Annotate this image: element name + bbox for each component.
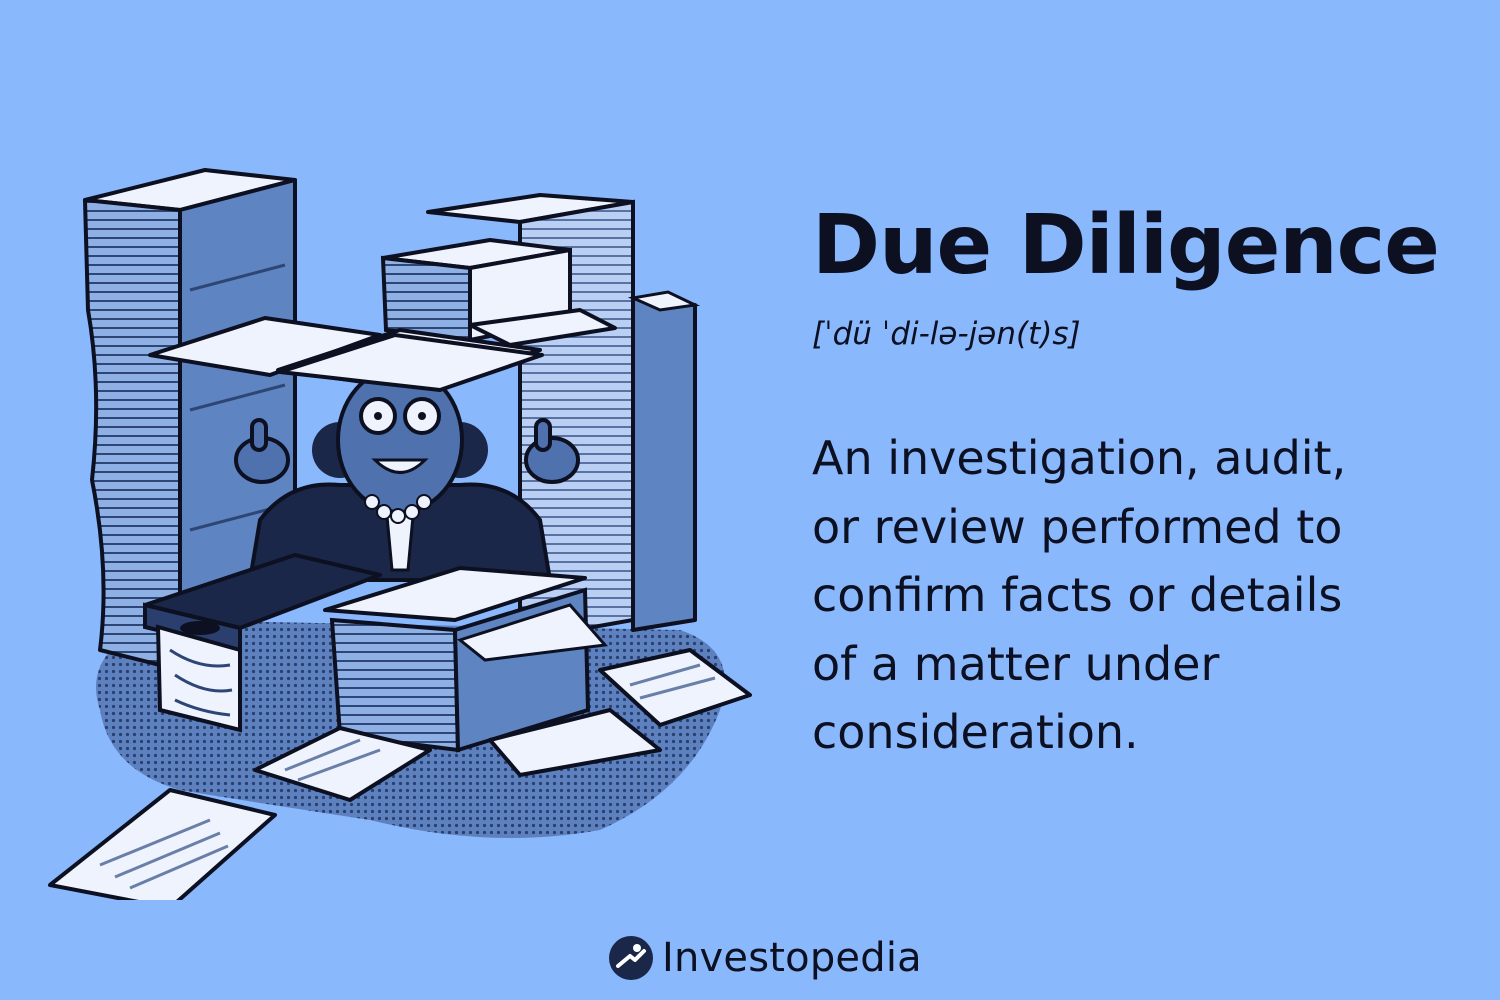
paperwork-illustration bbox=[48, 168, 752, 900]
definition-line: or review performed to bbox=[812, 499, 1343, 554]
term-pronunciation: [ˈdü ˈdi-lə-jən(t)s] bbox=[812, 316, 1081, 352]
term-title: Due Diligence bbox=[812, 198, 1440, 293]
definition-card: Due Diligence [ˈdü ˈdi-lə-jən(t)s] An in… bbox=[0, 0, 1500, 1000]
definition-line: of a matter under bbox=[812, 636, 1220, 691]
definition-line: An investigation, audit, bbox=[812, 431, 1347, 485]
right-thumb-hand bbox=[524, 436, 580, 484]
definition-line: consideration. bbox=[812, 705, 1139, 759]
definition-line: confirm facts or details bbox=[812, 568, 1343, 622]
investopedia-logo-icon bbox=[609, 936, 653, 980]
term-header: Due Diligence [ˈdü ˈdi-lə-jən(t)s] bbox=[812, 196, 1452, 354]
term-definition: An investigation, audit, or review perfo… bbox=[812, 424, 1452, 767]
brand-name: Investopedia bbox=[662, 935, 922, 981]
brand-footer: Investopedia bbox=[608, 928, 922, 988]
